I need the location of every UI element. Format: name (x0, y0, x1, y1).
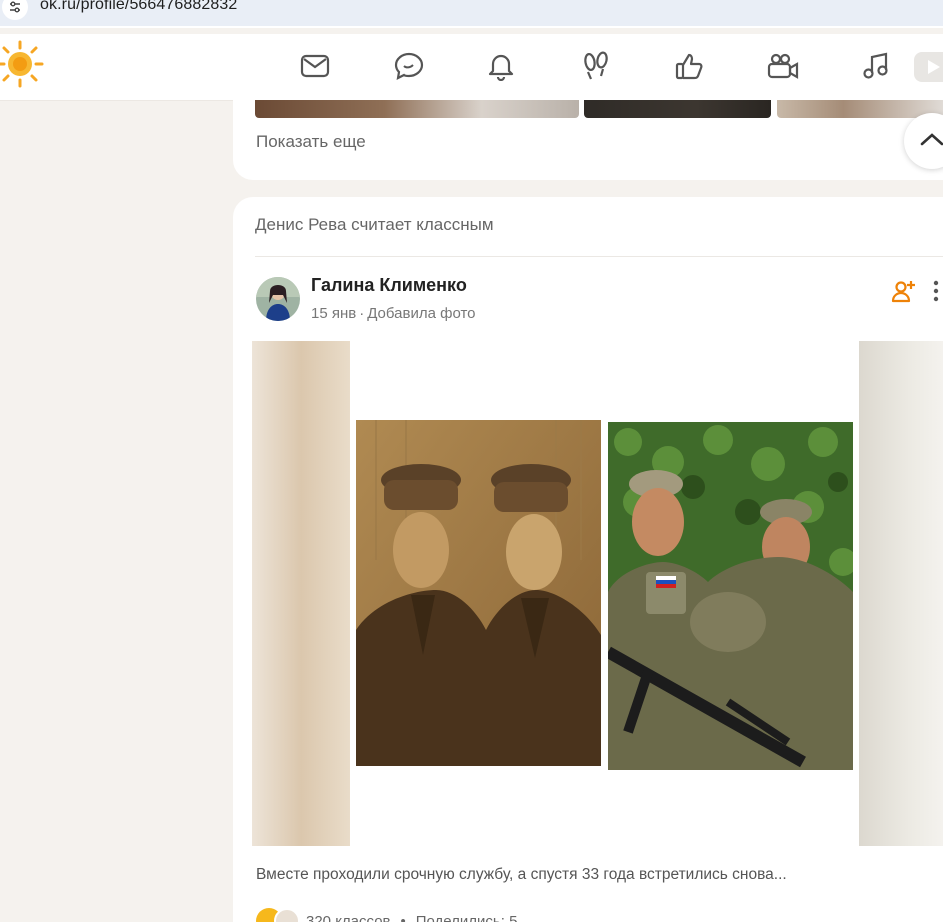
liked-by-label[interactable]: Денис Рева считает классным (255, 215, 494, 235)
add-friend-icon[interactable] (891, 278, 917, 304)
left-column (0, 101, 233, 922)
scroll-up-button[interactable] (904, 113, 943, 169)
reaction-icon (274, 908, 300, 922)
post-caption: Вместе проходили срочную службу, а спуст… (256, 866, 787, 883)
more-options-icon[interactable] (928, 278, 943, 304)
ok-logo-icon[interactable] (0, 38, 46, 90)
post-date[interactable]: 15 янв (311, 305, 356, 322)
music-note-icon[interactable] (858, 48, 894, 84)
post-action: Добавила фото (367, 305, 476, 322)
post-meta: 15 янв · Добавила фото (311, 305, 476, 322)
shares-count[interactable]: Поделились: 5 (416, 913, 518, 922)
envelope-icon[interactable] (297, 48, 333, 84)
post-author-name[interactable]: Галина Клименко (311, 275, 467, 296)
photo-blur-right (859, 341, 943, 846)
footprints-icon[interactable] (578, 48, 614, 84)
avatar[interactable] (256, 277, 300, 321)
separator-dot: • (400, 912, 406, 922)
photo-thumbnail[interactable] (255, 100, 579, 118)
chevron-up-icon (920, 133, 943, 146)
post-reactions-row: 320 классов • Поделились: 5 (256, 908, 517, 922)
show-more-link[interactable]: Показать еще (256, 132, 366, 152)
photo-blur-left (252, 341, 350, 846)
photo-thumbnail[interactable] (584, 100, 771, 118)
bell-icon[interactable] (483, 48, 519, 84)
likes-count[interactable]: 320 классов (306, 913, 391, 922)
browser-address-bar: ok.ru/profile/566476882832 (0, 0, 943, 28)
divider (255, 256, 943, 257)
new-photo-image (605, 422, 857, 770)
url-text[interactable]: ok.ru/profile/566476882832 (40, 0, 237, 14)
chat-bubble-icon[interactable] (391, 48, 427, 84)
thumbs-up-icon[interactable] (672, 48, 708, 84)
video-camera-icon[interactable] (765, 48, 801, 84)
video-play-icon[interactable] (914, 52, 943, 82)
old-photo-image (356, 420, 601, 766)
